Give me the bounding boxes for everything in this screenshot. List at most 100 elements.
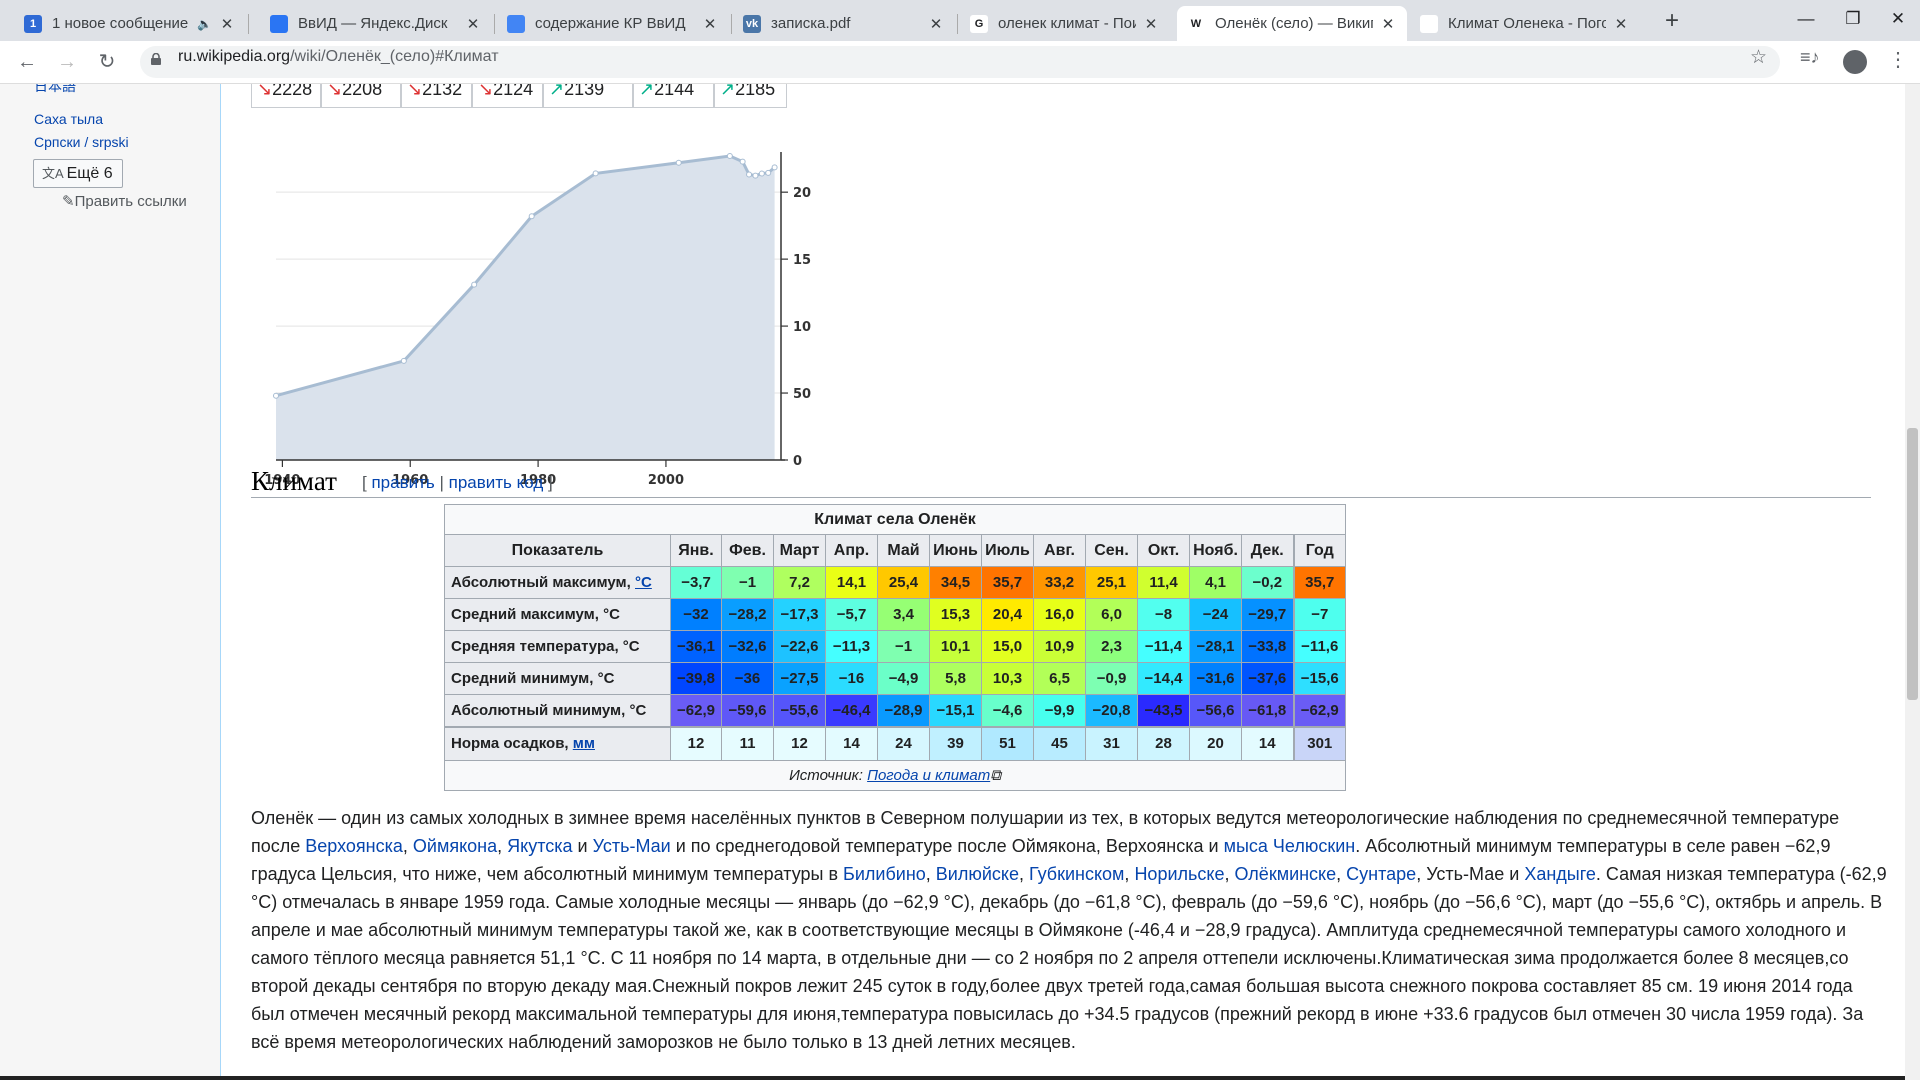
reload-icon[interactable]: ↻ bbox=[92, 47, 122, 77]
back-icon[interactable]: ← bbox=[12, 47, 42, 77]
browser-tab-1[interactable]: 1 1 новое сообщение 🔈 ✕ bbox=[14, 6, 246, 41]
paragraph-text: , bbox=[1019, 864, 1030, 884]
row-label-text: Абсолютный максимум, bbox=[451, 574, 635, 591]
wiki-link[interactable]: мыса Челюскин bbox=[1224, 836, 1356, 856]
menu-kebab-icon[interactable]: ⋮ bbox=[1888, 47, 1908, 72]
tab-close-icon[interactable]: ✕ bbox=[927, 15, 945, 33]
data-point bbox=[771, 164, 778, 171]
climate-table-caption: Климат села Оленёк bbox=[444, 504, 1346, 535]
row-label: Абсолютный минимум, °C bbox=[444, 694, 671, 727]
media-playlist-icon[interactable]: ≡♪ bbox=[1800, 47, 1820, 68]
minimize-button[interactable]: — bbox=[1783, 0, 1829, 38]
population-cell: ↘2124 bbox=[472, 84, 543, 108]
row-label-text: Абсолютный минимум, °C bbox=[451, 701, 647, 719]
browser-toolbar: ← → ↻ ru.wikipedia.org/wiki/Оленёк_(село… bbox=[0, 41, 1920, 84]
year-cell: 35,7 bbox=[1292, 566, 1346, 599]
source-link[interactable]: Погода и климат bbox=[867, 767, 990, 784]
lock-icon[interactable] bbox=[150, 53, 162, 65]
wiki-link[interactable]: Оймякона bbox=[413, 836, 497, 856]
forward-icon[interactable]: → bbox=[52, 47, 82, 77]
lang-link-sr[interactable]: Српски / srpski bbox=[34, 134, 129, 150]
year-cell: −15,6 bbox=[1292, 662, 1346, 695]
table-cell: −17,3 bbox=[773, 598, 826, 631]
table-cell: 39 bbox=[929, 725, 982, 761]
table-cell: −16 bbox=[825, 662, 878, 695]
external-link-icon: ⧉ bbox=[990, 767, 1001, 784]
table-cell: 20,4 bbox=[981, 598, 1034, 631]
year-cell: −7 bbox=[1292, 598, 1346, 631]
unit-link[interactable]: мм bbox=[573, 735, 595, 752]
data-point bbox=[739, 158, 746, 165]
scrollbar-thumb[interactable] bbox=[1907, 428, 1918, 700]
section-edit-links: [ править | править код ] bbox=[362, 473, 553, 492]
table-cell: −0,9 bbox=[1085, 662, 1138, 695]
table-row: Средний максимум, °C −32 −28,2 −17,3 −5,7 3,4… bbox=[444, 598, 1346, 631]
wiki-link[interactable]: Вилюйске bbox=[936, 864, 1019, 884]
wiki-link[interactable]: Билибино bbox=[843, 864, 926, 884]
tab-close-icon[interactable]: ✕ bbox=[218, 15, 236, 33]
wiki-link[interactable]: Хандыге bbox=[1524, 864, 1596, 884]
browser-tab-6[interactable]: W Оленёк (село) — Википедия ✕ bbox=[1177, 6, 1407, 41]
browser-tab-5[interactable]: Gоленек климат - Поиск ✕ bbox=[960, 6, 1170, 41]
population-cell: ↘2132 bbox=[401, 84, 472, 108]
table-cell: 6,0 bbox=[1085, 598, 1138, 631]
table-cell: −33,8 bbox=[1241, 630, 1294, 663]
browser-tab-4[interactable]: vk записка.pdf ✕ bbox=[733, 6, 955, 41]
table-cell: −0,2 bbox=[1241, 566, 1294, 599]
browser-tab-2[interactable]: ВвИД — Яндекс.Диск ✕ bbox=[260, 6, 492, 41]
edit-section-link[interactable]: править bbox=[371, 473, 434, 492]
browser-tab-7[interactable]: Климат Оленека - Погода ✕ bbox=[1410, 6, 1640, 41]
browser-tab-3[interactable]: содержание КР ВвИД ✕ bbox=[497, 6, 729, 41]
wiki-link[interactable]: Верхоянска bbox=[305, 836, 403, 856]
paragraph-text: . Самая низкая температура (-62,9 °C) от… bbox=[251, 864, 1887, 1052]
tab-close-icon[interactable]: ✕ bbox=[1142, 15, 1160, 33]
table-cell: −1 bbox=[877, 630, 930, 663]
wiki-link[interactable]: Губкинском bbox=[1029, 864, 1124, 884]
wiki-sidebar: 日本語 Саха тыла Српски / srpski 文A Ещё 6 ✎… bbox=[0, 84, 221, 1080]
table-cell: 25,1 bbox=[1085, 566, 1138, 599]
table-cell: 4,1 bbox=[1189, 566, 1242, 599]
maximize-button[interactable]: ❐ bbox=[1830, 0, 1876, 38]
bookmark-star-icon[interactable]: ☆ bbox=[1750, 46, 1767, 69]
profile-avatar[interactable] bbox=[1843, 50, 1867, 74]
more-languages-button[interactable]: 文A Ещё 6 bbox=[33, 159, 123, 188]
wiki-link[interactable]: Олёкминске bbox=[1235, 864, 1337, 884]
wiki-link[interactable]: Усть-Маи bbox=[593, 836, 671, 856]
close-window-button[interactable]: ✕ bbox=[1875, 0, 1920, 38]
edit-links-link[interactable]: ✎Править ссылки bbox=[62, 192, 187, 210]
area-fill bbox=[276, 156, 775, 460]
table-cell: −4,6 bbox=[981, 694, 1034, 727]
wiki-link[interactable]: Сунтаре bbox=[1346, 864, 1416, 884]
edit-code-link[interactable]: править код bbox=[449, 473, 544, 492]
lang-link-ja[interactable]: 日本語 bbox=[34, 84, 76, 96]
table-cell: −24 bbox=[1189, 598, 1242, 631]
wiki-link[interactable]: Норильске bbox=[1134, 864, 1224, 884]
table-cell: 35,7 bbox=[981, 566, 1034, 599]
tab-close-icon[interactable]: ✕ bbox=[1612, 15, 1630, 33]
tab-close-icon[interactable]: ✕ bbox=[701, 15, 719, 33]
page-viewport: 日本語 Саха тыла Српски / srpski 文A Ещё 6 ✎… bbox=[0, 84, 1905, 1080]
more-languages-label: Ещё 6 bbox=[66, 165, 113, 182]
table-cell: −61,8 bbox=[1241, 694, 1294, 727]
table-cell: −59,6 bbox=[721, 694, 774, 727]
unit-link[interactable]: °C bbox=[635, 574, 652, 591]
tab-close-icon[interactable]: ✕ bbox=[1379, 15, 1397, 33]
population-value: 2208 bbox=[342, 84, 383, 99]
wiki-link[interactable]: Якутска bbox=[507, 836, 572, 856]
climate-paragraph: Оленёк — один из самых холодных в зимнее… bbox=[251, 804, 1891, 1056]
table-cell: −4,9 bbox=[877, 662, 930, 695]
tab-close-icon[interactable]: ✕ bbox=[464, 15, 482, 33]
climate-table: Климат села Оленёк Показатель Янв. Фев. Март… bbox=[444, 504, 1346, 791]
table-cell: −36,1 bbox=[670, 630, 722, 663]
lang-link-sah[interactable]: Саха тыла bbox=[34, 111, 103, 127]
table-cell: 12 bbox=[773, 725, 826, 761]
url-text[interactable]: ru.wikipedia.org/wiki/Оленёк_(село)#Клим… bbox=[178, 47, 499, 67]
new-tab-button[interactable]: + bbox=[1658, 7, 1686, 35]
audio-icon[interactable]: 🔈 bbox=[197, 17, 212, 31]
table-cell: 15,0 bbox=[981, 630, 1034, 663]
tab-favicon-icon: 1 bbox=[24, 14, 42, 33]
tab-separator bbox=[248, 14, 249, 34]
table-cell: 7,2 bbox=[773, 566, 826, 599]
trend-up-icon: ↗ bbox=[639, 84, 655, 99]
table-cell: 14 bbox=[825, 725, 878, 761]
